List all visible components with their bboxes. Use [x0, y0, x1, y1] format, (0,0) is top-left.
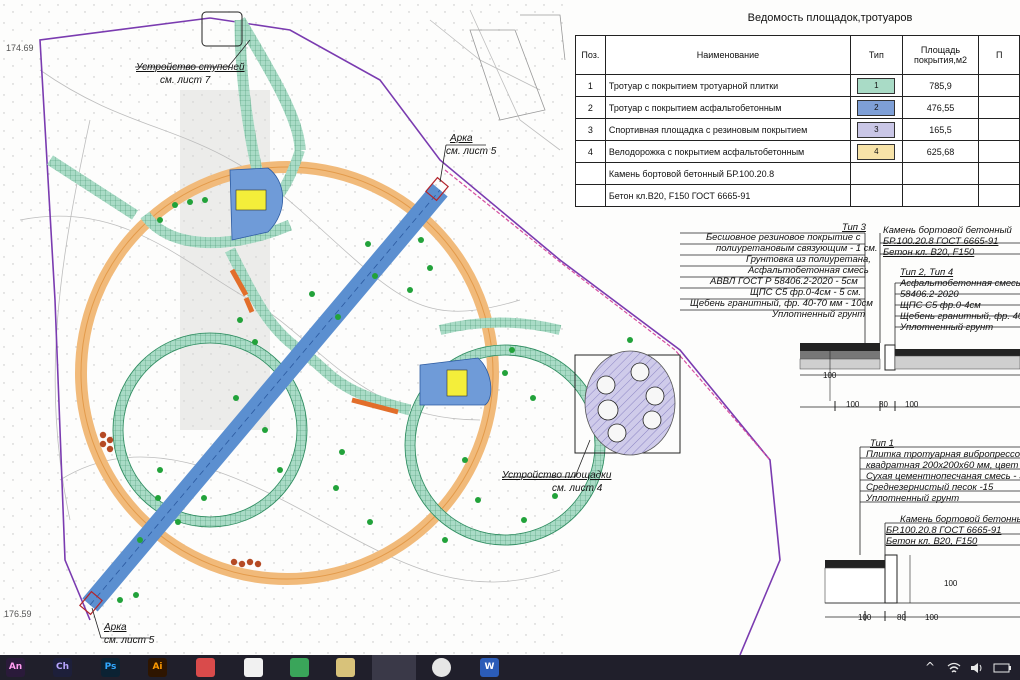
character-animator-icon[interactable]: Ch [53, 658, 72, 677]
dim-a-1: 100 [846, 400, 860, 409]
row-type [850, 184, 903, 207]
table-row: Камень бортовой бетонный БР.100.20.8 [575, 162, 1020, 185]
bench-north [235, 189, 267, 211]
elevation-left-bottom: 176.59 [4, 609, 32, 619]
row-area: 785,9 [901, 74, 980, 97]
dim-a-3: 100 [905, 400, 919, 409]
table-row: Бетон кл.В20, F150 ГОСТ 6665-91 [575, 184, 1020, 207]
row-extra [978, 140, 1020, 163]
row-extra [978, 74, 1020, 97]
row-pos: 3 [575, 118, 606, 141]
row-pos: 4 [575, 140, 606, 163]
swatch-tile: 1 [857, 77, 896, 94]
bench-east [446, 369, 468, 397]
schedule-header-row: Поз. Наименование Тип Площадь покрытия,м… [575, 35, 1020, 75]
file-icon[interactable] [244, 658, 263, 677]
spreadsheet-icon[interactable] [290, 658, 309, 677]
row-name: Спортивная площадка с резиновым покрытие… [604, 118, 852, 141]
schedule-table: Поз. Наименование Тип Площадь покрытия,м… [575, 35, 1020, 207]
row-name: Бетон кл.В20, F150 ГОСТ 6665-91 [604, 184, 852, 207]
swatch-asphalt: 2 [857, 99, 896, 116]
type1-line-5: Уплотненный грунт [866, 493, 960, 504]
header-name: Наименование [604, 35, 852, 75]
swatch-bike: 4 [857, 143, 896, 160]
row-pos: 1 [575, 74, 606, 97]
row-name: Камень бортовой бетонный БР.100.20.8 [604, 162, 852, 185]
row-name: Тротуар с покрытием тротуарной плитки [604, 74, 852, 97]
row-pos [575, 162, 606, 185]
row-extra [978, 184, 1020, 207]
row-extra [978, 162, 1020, 185]
dim-b-2: 80 [897, 613, 906, 622]
dim-b-1: 100 [858, 613, 872, 622]
row-name: Тротуар с покрытием асфальтобетонным [604, 96, 852, 119]
table-row: 4 Велодорожка с покрытием асфальтобетонн… [575, 140, 1020, 163]
type3-line-8: Уплотненный грунт [772, 309, 866, 320]
stairs-label: Устройство ступеней [136, 62, 245, 73]
row-name: Велодорожка с покрытием асфальтобетонным [604, 140, 852, 163]
arch-bottom-sheet-ref: см. лист 5 [104, 635, 155, 646]
row-extra [978, 118, 1020, 141]
type24-line-5: Уплотненный грунт [900, 322, 994, 333]
paint-icon[interactable] [336, 658, 355, 677]
table-row: 3 Спортивная площадка с резиновым покрыт… [575, 118, 1020, 141]
row-area [901, 184, 980, 207]
wifi-icon[interactable] [947, 661, 961, 675]
header-area: Площадь покрытия,м2 [901, 35, 980, 75]
tray-chevron-icon[interactable]: ^ [925, 660, 935, 674]
row-area: 165,5 [901, 118, 980, 141]
curb-line-2: Бетон кл. В20, F150 [883, 247, 975, 258]
animate-icon[interactable]: An [6, 658, 25, 677]
drawing-canvas: Устройство ступеней см. лист 7 Арка см. … [0, 0, 1020, 655]
curb2-line-2: Бетон кл. В20, F150 [886, 536, 978, 547]
taskbar: An Ch Ps Ai W ^ [0, 655, 1020, 680]
stairs-sheet-ref: см. лист 7 [160, 75, 211, 86]
playground-label: Устройство площадки [502, 470, 612, 481]
table-row: 1 Тротуар с покрытием тротуарной плитки … [575, 74, 1020, 97]
active-app-highlight [372, 655, 416, 680]
pdf-viewer-icon[interactable] [196, 658, 215, 677]
row-type [850, 162, 903, 185]
playground-sheet-ref: см. лист 4 [552, 483, 603, 494]
illustrator-icon[interactable]: Ai [148, 658, 167, 677]
row-type: 2 [850, 96, 903, 119]
row-area: 476,55 [901, 96, 980, 119]
dim-b-vertical: 100 [944, 579, 958, 588]
arch-top-label: Арка [450, 133, 473, 144]
row-pos: 2 [575, 96, 606, 119]
row-extra [978, 96, 1020, 119]
row-area [901, 162, 980, 185]
table-row: 2 Тротуар с покрытием асфальтобетонным 2… [575, 96, 1020, 119]
section-b [824, 554, 1020, 621]
sports-ground [584, 350, 676, 456]
battery-icon[interactable] [993, 661, 1013, 675]
header-type: Тип [850, 35, 903, 75]
row-type: 4 [850, 140, 903, 163]
photoshop-icon[interactable]: Ps [101, 658, 120, 677]
arch-bottom-label: Арка [104, 622, 127, 633]
header-pos: Поз. [575, 35, 606, 75]
chrome-icon[interactable] [432, 658, 451, 677]
dim-b-3: 100 [925, 613, 939, 622]
dim-a-2: 80 [879, 400, 888, 409]
header-extra: П [978, 35, 1020, 75]
volume-icon[interactable] [970, 661, 984, 675]
row-type: 3 [850, 118, 903, 141]
row-type: 1 [850, 74, 903, 97]
swatch-rubber: 3 [857, 121, 896, 138]
row-pos [575, 184, 606, 207]
arch-top-sheet-ref: см. лист 5 [446, 146, 497, 157]
schedule-title: Ведомость площадок,тротуаров [747, 12, 913, 24]
word-icon[interactable]: W [480, 658, 499, 677]
elevation-left: 174.69 [6, 43, 34, 53]
dim-a-vertical: 100 [823, 371, 837, 380]
row-area: 625,68 [901, 140, 980, 163]
